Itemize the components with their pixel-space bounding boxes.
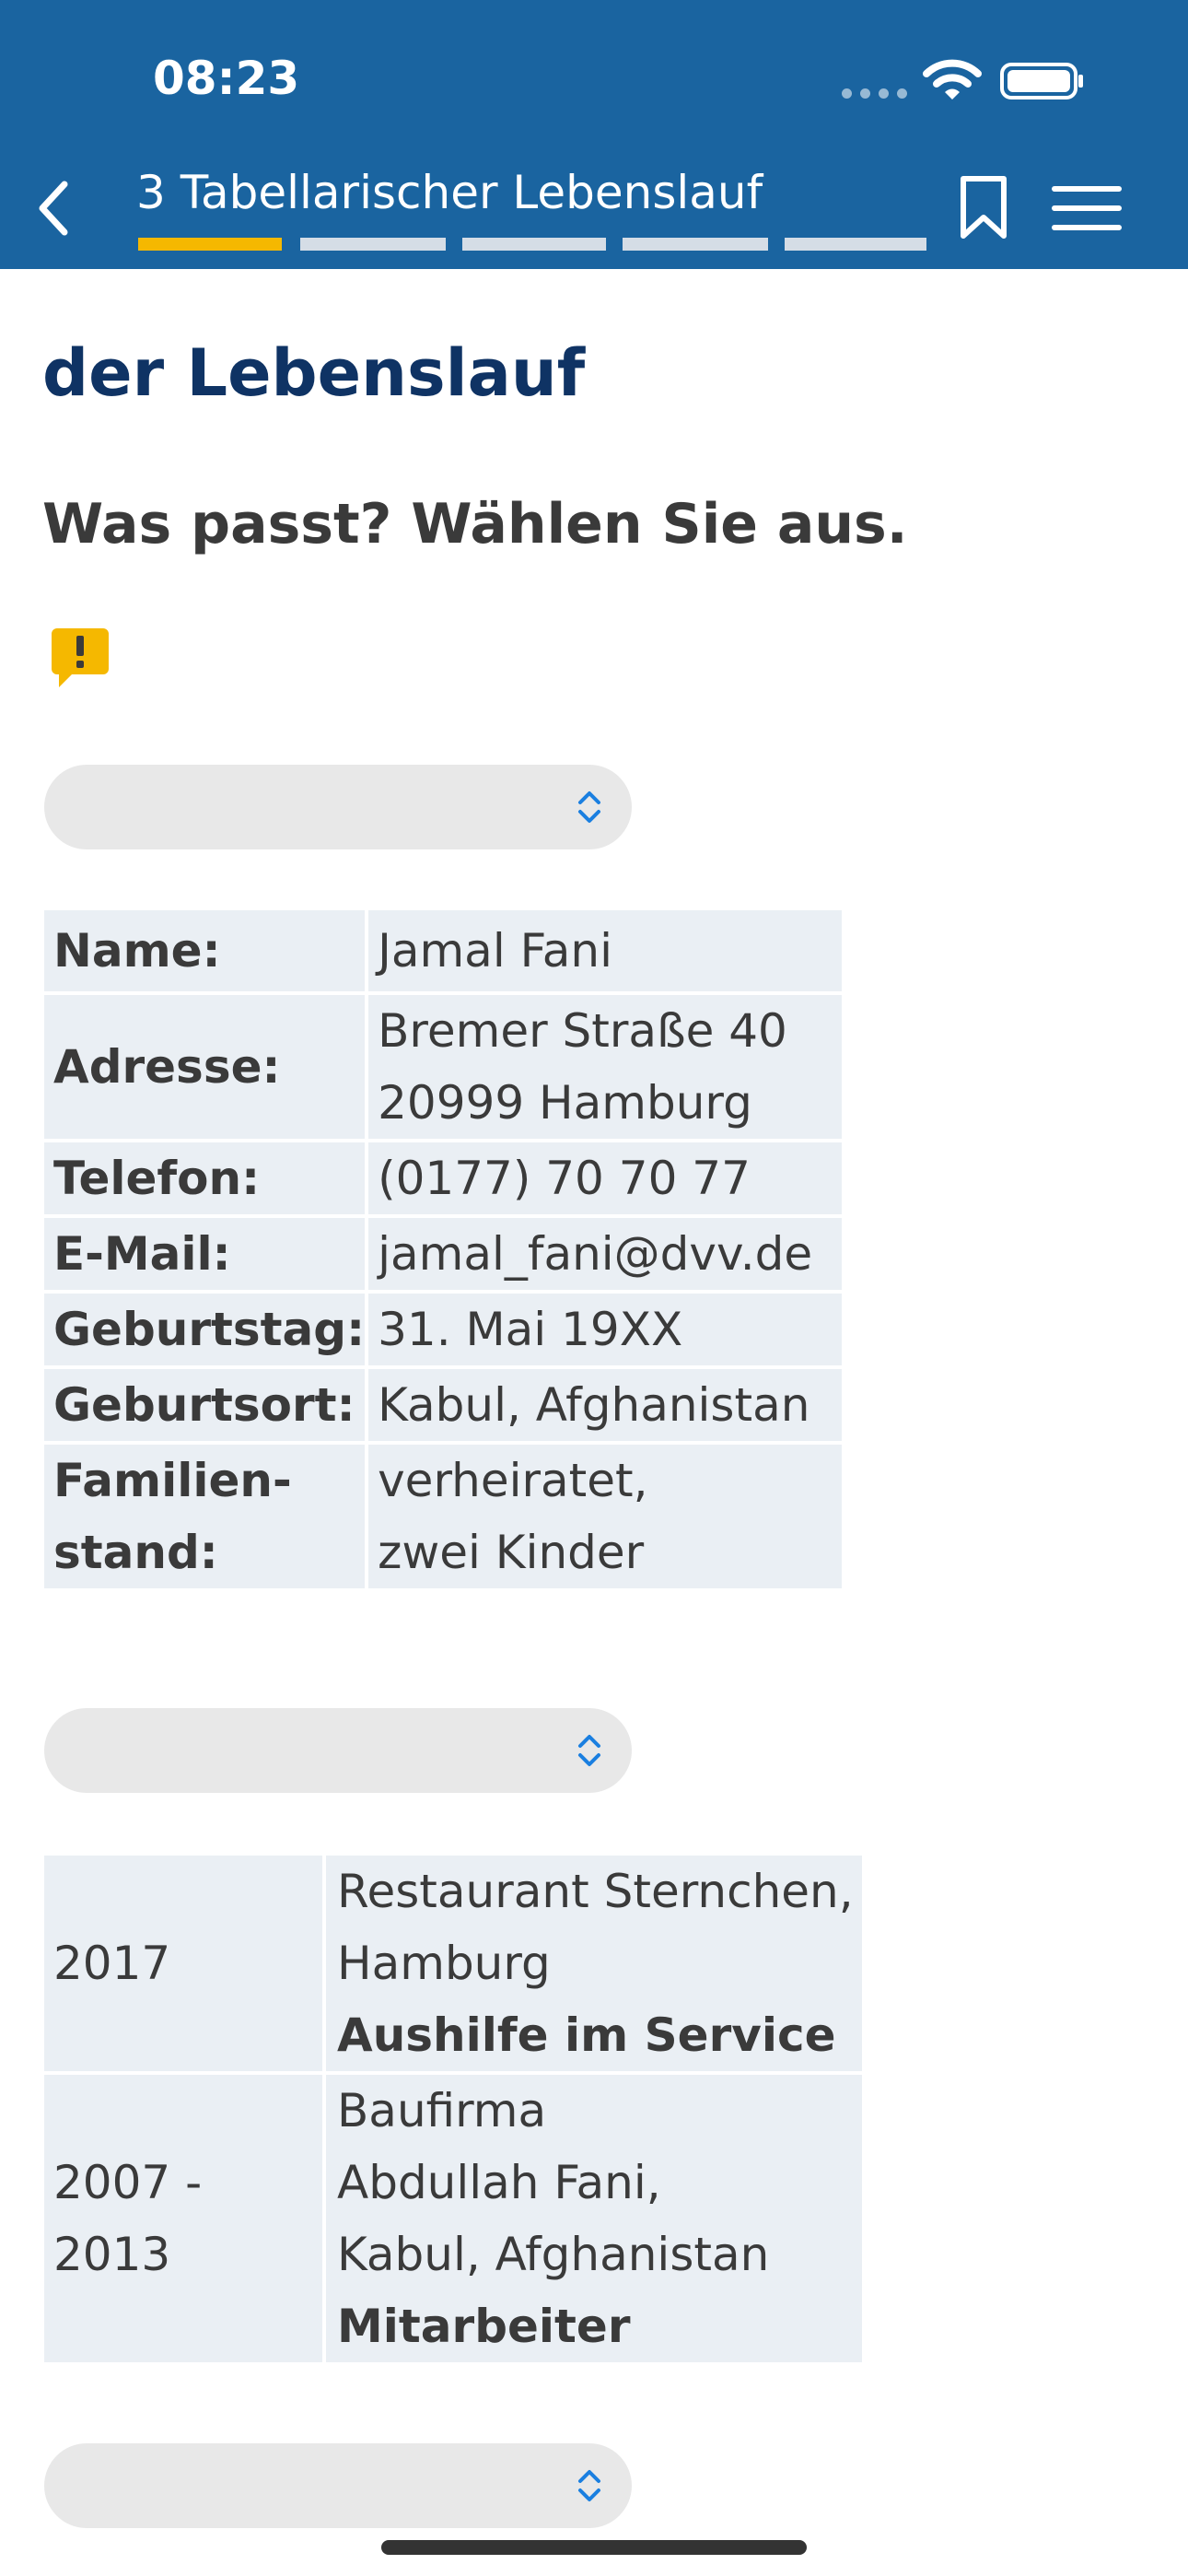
row-value-line: Kabul, Afghanistan xyxy=(337,2228,770,2281)
table-row: Adresse: Bremer Straße 40 20999 Hamburg xyxy=(44,995,843,1139)
heading-select-1[interactable] xyxy=(44,765,632,849)
progress-segment xyxy=(623,238,768,251)
app-header: 08:23 3 Tabellarischer Lebenslauf xyxy=(0,0,1188,269)
row-role: Aushilfe im Service xyxy=(337,2008,836,2062)
row-label: Geburtsort: xyxy=(44,1369,366,1441)
row-value: Kabul, Afghanistan xyxy=(368,1369,843,1441)
row-value: verheiratet, zwei Kinder xyxy=(368,1445,843,1588)
row-value-line: Baufirma xyxy=(337,2084,547,2137)
row-value: Bremer Straße 40 20999 Hamburg xyxy=(368,995,843,1139)
work-experience-table: 2017 Restaurant Sternchen, Hamburg Aushilf… xyxy=(41,1852,866,2366)
row-label: Familien-stand: xyxy=(44,1445,366,1588)
row-label: Name: xyxy=(44,910,366,991)
page-title: der Lebenslauf xyxy=(42,335,586,411)
table-row: Geburtsort: Kabul, Afghanistan xyxy=(44,1369,843,1441)
chevron-updown-icon xyxy=(578,2470,600,2501)
heading-select-2[interactable] xyxy=(44,1708,632,1793)
battery-icon xyxy=(1000,63,1083,100)
chevron-left-icon xyxy=(39,181,68,236)
row-value-line: 20999 Hamburg xyxy=(378,1076,752,1130)
row-label: Telefon: xyxy=(44,1142,366,1214)
row-value-line: Bremer Straße 40 xyxy=(378,1004,787,1058)
row-period: 2007 - 2013 xyxy=(44,2075,322,2362)
progress-segment xyxy=(462,238,606,251)
bookmark-button[interactable] xyxy=(954,171,1013,245)
chevron-updown-icon xyxy=(578,791,600,823)
row-value-line: verheiratet, xyxy=(378,1454,648,1507)
row-role: Mitarbeiter xyxy=(337,2300,631,2353)
row-label-line: stand: xyxy=(53,1526,218,1579)
table-row: Familien-stand: verheiratet, zwei Kinder xyxy=(44,1445,843,1588)
table-row: 2017 Restaurant Sternchen, Hamburg Aushilf… xyxy=(44,1856,862,2071)
home-indicator[interactable] xyxy=(381,2540,807,2555)
exclamation-speech-bubble-icon[interactable] xyxy=(52,628,109,689)
row-value-line: zwei Kinder xyxy=(378,1526,645,1579)
table-row: Geburtstag: 31. Mai 19XX xyxy=(44,1294,843,1365)
row-value: 31. Mai 19XX xyxy=(368,1294,843,1365)
chevron-updown-icon xyxy=(578,1735,600,1766)
personal-data-table: Name: Jamal Fani Adresse: Bremer Straße … xyxy=(41,907,845,1592)
exercise-instruction: Was passt? Wählen Sie aus. xyxy=(42,492,908,556)
row-period: 2017 xyxy=(44,1856,322,2071)
row-value: Baufirma Abdullah Fani, Kabul, Afghanistan… xyxy=(326,2075,862,2362)
row-value: Jamal Fani xyxy=(368,910,843,991)
hamburger-menu-icon xyxy=(1052,186,1122,230)
row-label: E-Mail: xyxy=(44,1218,366,1290)
heading-select-3[interactable] xyxy=(44,2443,632,2528)
lesson-title: 3 Tabellarischer Lebenslauf xyxy=(136,166,763,219)
back-button[interactable] xyxy=(28,171,79,245)
progress-segment xyxy=(138,238,282,251)
table-row: 2007 - 2013 Baufirma Abdullah Fani, Kabul,… xyxy=(44,2075,862,2362)
status-time: 08:23 xyxy=(153,52,300,105)
row-value-line: Abdullah Fani, xyxy=(337,2156,661,2209)
row-value-line: Hamburg xyxy=(337,1937,551,1990)
row-value-line: Restaurant Sternchen, xyxy=(337,1865,854,1918)
row-label-line: Familien- xyxy=(53,1454,292,1507)
row-value: (0177) 70 70 77 xyxy=(368,1142,843,1214)
table-row: E-Mail: jamal_fani@dvv.de xyxy=(44,1218,843,1290)
row-label: Adresse: xyxy=(44,995,366,1139)
menu-button[interactable] xyxy=(1050,181,1124,236)
table-row: Name: Jamal Fani xyxy=(44,910,843,991)
wifi-icon xyxy=(923,59,982,100)
table-row: Telefon: (0177) 70 70 77 xyxy=(44,1142,843,1214)
row-value: Restaurant Sternchen, Hamburg Aushilfe im … xyxy=(326,1856,862,2071)
progress-segment xyxy=(785,238,926,251)
bookmark-icon xyxy=(961,176,1007,239)
row-label: Geburtstag: xyxy=(44,1294,366,1365)
cellular-signal-icon xyxy=(842,88,907,99)
progress-segment xyxy=(300,238,446,251)
row-value: jamal_fani@dvv.de xyxy=(368,1218,843,1290)
